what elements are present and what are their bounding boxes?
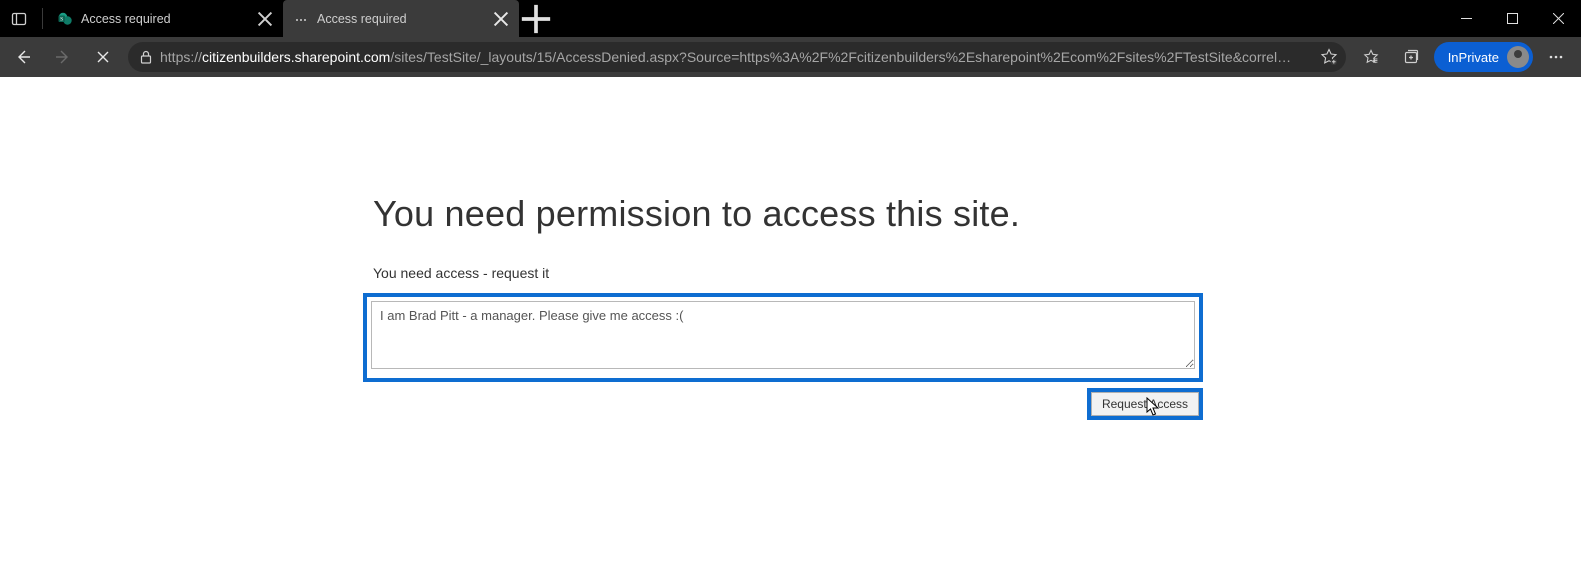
svg-text:S: S [60,16,63,22]
favorites-star-icon [1363,49,1379,65]
site-info-button[interactable] [138,49,154,65]
divider [42,8,43,29]
ellipsis-icon [1548,49,1564,65]
tab-actions-button[interactable] [0,0,38,37]
page-icon [293,11,309,27]
minimize-icon [1461,13,1472,24]
page-heading: You need permission to access this site. [373,193,1203,235]
collections-button[interactable] [1392,41,1430,73]
close-window-button[interactable] [1535,0,1581,37]
page-body: You need permission to access this site.… [0,77,1581,575]
url-protocol: https:// [160,49,202,65]
tab-actions-icon [11,11,27,27]
stop-reload-button[interactable] [84,41,122,73]
back-button[interactable] [4,41,42,73]
close-icon [257,11,273,27]
forward-button[interactable] [44,41,82,73]
address-bar[interactable]: https://citizenbuilders.sharepoint.com/s… [128,42,1346,72]
url-path: /sites/TestSite/_layouts/15/AccessDenied… [390,49,1291,65]
sharepoint-icon: S [57,11,73,27]
tab-1-title: Access required [317,12,485,26]
maximize-button[interactable] [1489,0,1535,37]
titlebar: S Access required Access required [0,0,1581,37]
tab-0-title: Access required [81,12,249,26]
close-icon [493,11,509,27]
url-host: citizenbuilders.sharepoint.com [202,49,390,65]
url-text: https://citizenbuilders.sharepoint.com/s… [160,49,1314,65]
window-controls [1443,0,1581,37]
maximize-icon [1507,13,1518,24]
favorite-button[interactable] [1320,48,1338,66]
tab-1[interactable]: Access required [283,0,519,37]
message-textarea-highlight [363,293,1203,382]
tab-1-close-button[interactable] [493,11,509,27]
lock-icon [138,49,154,65]
request-button-highlight: Request Access [1087,388,1203,420]
toolbar: https://citizenbuilders.sharepoint.com/s… [0,37,1581,77]
tab-strip: S Access required Access required [47,0,553,37]
more-button[interactable] [1537,41,1575,73]
close-icon [1553,13,1564,24]
page-subtext: You need access - request it [373,265,1203,281]
star-plus-icon [1320,48,1338,66]
favorites-button[interactable] [1352,41,1390,73]
tab-0[interactable]: S Access required [47,0,283,37]
minimize-button[interactable] [1443,0,1489,37]
plus-icon [519,2,553,36]
access-request-message-input[interactable] [371,301,1195,369]
access-denied-panel: You need permission to access this site.… [373,193,1203,420]
tab-0-close-button[interactable] [257,11,273,27]
inprivate-indicator[interactable]: InPrivate [1434,42,1533,72]
forward-arrow-icon [55,49,71,65]
stop-icon [95,49,111,65]
inprivate-label: InPrivate [1448,50,1499,65]
profile-avatar [1507,46,1529,68]
request-access-button[interactable]: Request Access [1091,392,1199,416]
new-tab-button[interactable] [519,0,553,37]
back-arrow-icon [15,49,31,65]
collections-icon [1403,49,1419,65]
